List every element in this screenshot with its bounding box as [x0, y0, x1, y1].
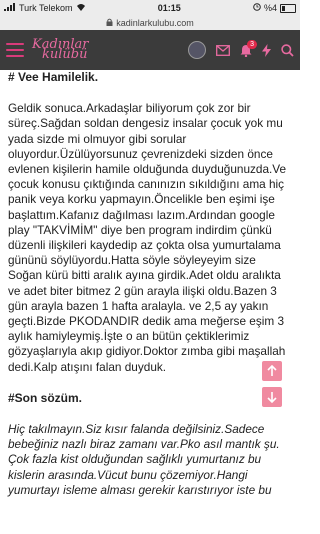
lock-icon: [106, 18, 113, 28]
status-right: %4: [253, 3, 296, 13]
scroll-down-button[interactable]: [262, 387, 282, 407]
battery-icon: [279, 3, 296, 13]
status-left: Turk Telekom: [4, 3, 86, 13]
scroll-up-button[interactable]: [262, 361, 282, 381]
logo-line2: kulübü: [42, 47, 88, 62]
post-heading-2: #Son sözüm.: [8, 390, 83, 405]
header-icons: 3: [188, 39, 294, 59]
status-bar: Turk Telekom 01:15 %4: [0, 0, 300, 16]
notifications-icon[interactable]: 3: [240, 39, 257, 57]
menu-icon[interactable]: [6, 43, 24, 57]
post-paragraph-1: Geldik sonuca.Arkadaşlar biliyorum çok z…: [8, 101, 287, 374]
url-domain: kadinlarkulubu.com: [116, 18, 194, 28]
site-logo[interactable]: Kadınlar kulübü: [32, 38, 112, 62]
arrow-down-icon: [267, 392, 277, 403]
signal-icon: [4, 3, 16, 13]
notification-badge: 3: [247, 39, 257, 49]
flash-icon[interactable]: [262, 43, 271, 57]
alarm-icon: [253, 3, 261, 13]
carrier-name: Turk Telekom: [19, 3, 73, 13]
mail-icon[interactable]: [216, 44, 230, 56]
post-heading-1: # Vee Hamilelik.: [8, 70, 99, 84]
post-content: # Vee Hamilelik. Geldik sonuca.Arkadaşla…: [0, 70, 300, 498]
site-header: Kadınlar kulübü 3: [0, 30, 300, 70]
search-icon[interactable]: [281, 43, 294, 57]
url-bar[interactable]: kadinlarkulubu.com: [0, 16, 300, 30]
post-paragraph-2: Hiç takılmayın.Siz kısır falanda değilsi…: [8, 422, 280, 497]
status-time: 01:15: [157, 3, 181, 13]
arrow-up-icon: [267, 365, 277, 376]
battery-percent: %4: [263, 3, 277, 13]
avatar[interactable]: [188, 41, 206, 59]
wifi-icon: [76, 3, 86, 13]
